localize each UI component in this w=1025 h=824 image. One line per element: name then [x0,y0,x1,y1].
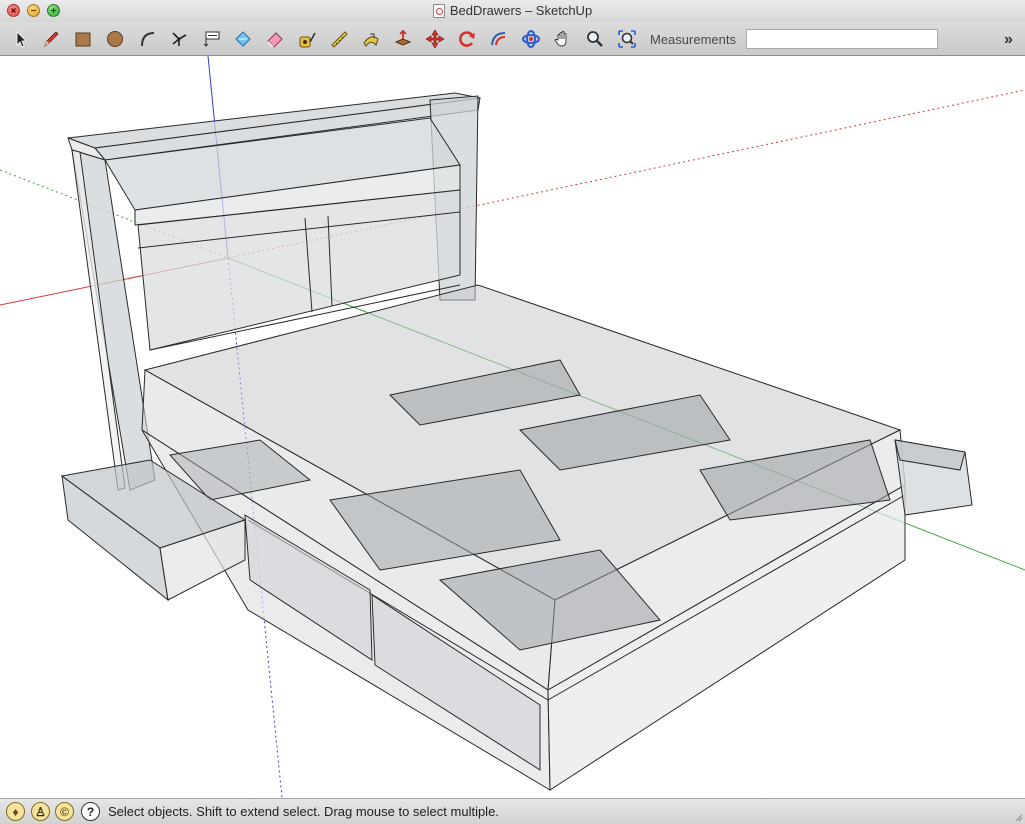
axes-icon [172,32,187,46]
rectangle-tool-button[interactable] [70,26,96,52]
eraser-icon [267,32,283,48]
push-pull-tool-button[interactable] [390,26,416,52]
move-icon [425,29,445,49]
credits-button[interactable]: ♙ [31,802,50,821]
question-mark-icon: ? [86,804,95,819]
magnifier-icon [587,31,603,47]
orbit-icon [522,30,540,48]
window-title-text: BedDrawers – SketchUp [449,3,593,18]
text-label-icon [203,31,220,47]
bed-platform [141,284,906,791]
offset-icon [491,32,506,46]
push-pull-icon [394,29,412,46]
pencil-tool-button[interactable] [38,26,64,52]
pan-tool-button[interactable] [550,26,576,52]
status-bar: ♦ ♙ © ? Select objects. Shift to extend … [0,798,1025,824]
hand-icon [554,31,567,47]
move-tool-button[interactable] [422,26,448,52]
tape-measure-tool-button[interactable] [294,26,320,52]
arrow-cursor-icon [16,31,27,48]
document-icon [432,3,445,18]
measurements-input[interactable] [746,29,938,49]
arc-tool-button[interactable] [134,26,160,52]
dimension-tool-button[interactable] [326,26,352,52]
follow-me-tool-button[interactable] [358,26,384,52]
model-view [0,56,1025,798]
rotate-tool-button[interactable] [454,26,480,52]
resize-grip-icon[interactable] [1013,812,1023,822]
arc-icon [141,32,155,47]
window-title: BedDrawers – SketchUp [0,3,1025,21]
dimension-icon [331,31,348,48]
follow-me-icon [363,33,379,47]
double-chevron-right-icon: » [1004,31,1013,48]
zoom-extents-icon [618,30,636,48]
zoom-tool-button[interactable] [582,26,608,52]
instructor-button[interactable]: ? [81,802,100,821]
license-button[interactable]: © [55,802,74,821]
circle-icon [107,31,123,47]
copyright-icon: © [60,804,69,819]
geo-location-button[interactable]: ♦ [6,802,25,821]
drawing-area[interactable] [0,56,1025,798]
circle-tool-button[interactable] [102,26,128,52]
person-icon: ♙ [35,804,46,819]
text-tool-button[interactable] [198,26,224,52]
lightbulb-icon: ♦ [12,804,19,819]
orbit-tool-button[interactable] [518,26,544,52]
pencil-icon [44,31,59,48]
rectangle-icon [75,32,91,47]
offset-tool-button[interactable] [486,26,512,52]
title-bar: BedDrawers – SketchUp [0,0,1025,22]
status-hint-text: Select objects. Shift to extend select. … [108,804,499,819]
paint-bucket-tool-button[interactable] [230,26,256,52]
axes-tool-button[interactable] [166,26,192,52]
zoom-extents-tool-button[interactable] [614,26,640,52]
select-tool-button[interactable] [6,26,32,52]
toolbar-overflow-button[interactable]: » [1004,31,1013,49]
measurements-label: Measurements [650,32,736,47]
rotate-icon [459,31,475,47]
toolbar: Measurements » [0,22,1025,56]
paint-bucket-icon [235,31,251,47]
tape-measure-icon [299,32,316,48]
eraser-tool-button[interactable] [262,26,288,52]
